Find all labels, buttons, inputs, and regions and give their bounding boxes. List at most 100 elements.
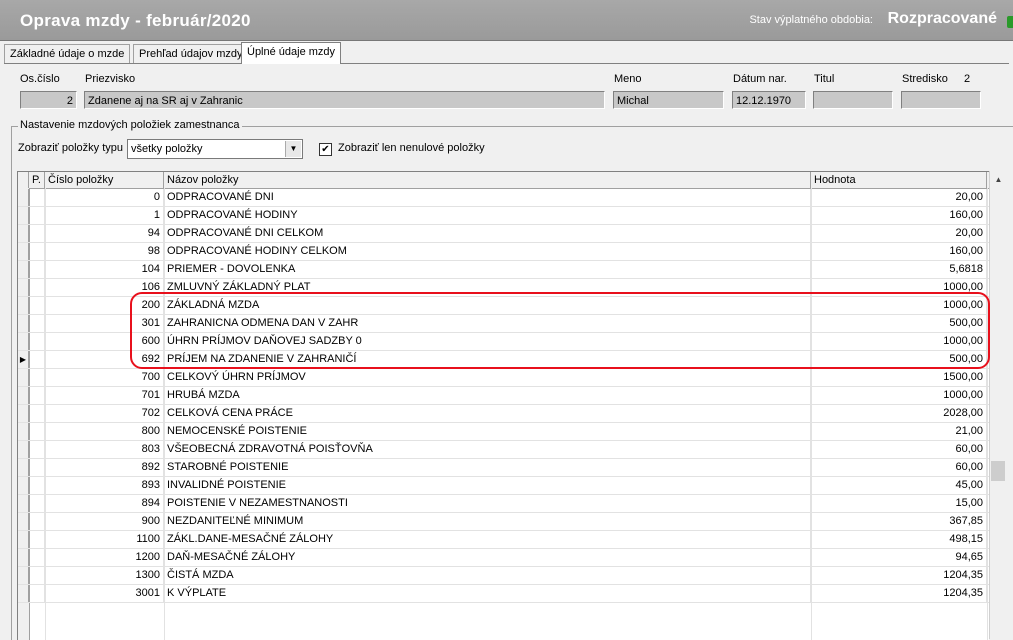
cell-value: 2028,00 bbox=[811, 405, 987, 422]
cell-p bbox=[29, 189, 45, 206]
row-indicator bbox=[18, 495, 29, 512]
table-row[interactable]: 702 CELKOVÁ CENA PRÁCE 2028,00 bbox=[18, 405, 989, 423]
table-row[interactable]: 701 HRUBÁ MZDA 1000,00 bbox=[18, 387, 989, 405]
table-row[interactable]: 3001 K VÝPLATE 1204,35 bbox=[18, 585, 989, 603]
cell-p bbox=[29, 441, 45, 458]
table-row[interactable]: 106 ZMLUVNÝ ZÁKLADNÝ PLAT 1000,00 bbox=[18, 279, 989, 297]
tab-wage-overview[interactable]: Prehľad údajov mzdy bbox=[133, 44, 249, 63]
row-indicator bbox=[18, 513, 29, 530]
cell-item-number: 692 bbox=[45, 351, 164, 368]
row-indicator bbox=[18, 549, 29, 566]
surname-field: Zdanene aj na SR aj v Zahranic bbox=[84, 91, 605, 109]
table-row[interactable]: 301 ZAHRANICNA ODMENA DAN V ZAHR 500,00 bbox=[18, 315, 989, 333]
cell-item-number: 1100 bbox=[45, 531, 164, 548]
row-indicator bbox=[18, 477, 29, 494]
table-row[interactable]: 200 ZÁKLADNÁ MZDA 1000,00 bbox=[18, 297, 989, 315]
cell-p bbox=[29, 207, 45, 224]
table-row[interactable]: 600 ÚHRN PRÍJMOV DAŇOVEJ SADZBY 0 1000,00 bbox=[18, 333, 989, 351]
row-indicator bbox=[18, 189, 29, 206]
cell-p bbox=[29, 387, 45, 404]
period-status-label: Stav výplatného obdobia: bbox=[749, 14, 873, 26]
cell-value: 45,00 bbox=[811, 477, 987, 494]
row-indicator bbox=[18, 405, 29, 422]
table-row[interactable]: 900 NEZDANITEĽNÉ MINIMUM 367,85 bbox=[18, 513, 989, 531]
cell-value: 1500,00 bbox=[811, 369, 987, 386]
cell-value: 20,00 bbox=[811, 189, 987, 206]
cell-item-name: ZAHRANICNA ODMENA DAN V ZAHR bbox=[164, 315, 811, 332]
cell-p bbox=[29, 315, 45, 332]
column-header-value[interactable]: Hodnota bbox=[811, 172, 987, 188]
row-indicator bbox=[18, 315, 29, 332]
column-header-p[interactable]: P. bbox=[29, 172, 45, 188]
row-indicator bbox=[18, 423, 29, 440]
cell-item-number: 104 bbox=[45, 261, 164, 278]
cell-value: 20,00 bbox=[811, 225, 987, 242]
row-indicator bbox=[18, 261, 29, 278]
row-indicator bbox=[18, 297, 29, 314]
status-light-icon bbox=[1007, 16, 1013, 28]
column-header-item-number[interactable]: Číslo položky bbox=[45, 172, 164, 188]
tab-full-wage-data[interactable]: Úplné údaje mzdy bbox=[241, 42, 342, 64]
cell-item-name: DAŇ-MESAČNÉ ZÁLOHY bbox=[164, 549, 811, 566]
cell-item-number: 894 bbox=[45, 495, 164, 512]
table-row[interactable]: 1200 DAŇ-MESAČNÉ ZÁLOHY 94,65 bbox=[18, 549, 989, 567]
table-row[interactable]: 803 VŠEOBECNÁ ZDRAVOTNÁ POISŤOVŇA 60,00 bbox=[18, 441, 989, 459]
cell-item-number: 800 bbox=[45, 423, 164, 440]
cell-p bbox=[29, 423, 45, 440]
row-indicator-header bbox=[18, 172, 29, 188]
scrollbar-thumb[interactable] bbox=[991, 461, 1005, 481]
cell-item-name: ZMLUVNÝ ZÁKLADNÝ PLAT bbox=[164, 279, 811, 296]
cell-item-name: STAROBNÉ POISTENIE bbox=[164, 459, 811, 476]
column-header-item-name[interactable]: Názov položky bbox=[164, 172, 811, 188]
birth-date-label: Dátum nar. bbox=[733, 73, 787, 85]
cell-item-name: POISTENIE V NEZAMESTNANOSTI bbox=[164, 495, 811, 512]
cell-item-number: 98 bbox=[45, 243, 164, 260]
cell-item-name: K VÝPLATE bbox=[164, 585, 811, 602]
table-row[interactable]: 1100 ZÁKL.DANE-MESAČNÉ ZÁLOHY 498,15 bbox=[18, 531, 989, 549]
nonzero-only-label[interactable]: Zobraziť len nenulové položky bbox=[338, 142, 485, 154]
vertical-scrollbar[interactable]: ▲ bbox=[989, 171, 1007, 639]
cell-p bbox=[29, 333, 45, 350]
cell-item-name: ODPRACOVANÉ DNI bbox=[164, 189, 811, 206]
cell-item-number: 702 bbox=[45, 405, 164, 422]
table-row[interactable]: 1300 ČISTÁ MZDA 1204,35 bbox=[18, 567, 989, 585]
table-row[interactable]: 800 NEMOCENSKÉ POISTENIE 21,00 bbox=[18, 423, 989, 441]
tab-basic-wage-data[interactable]: Základné údaje o mzde bbox=[4, 44, 131, 63]
cell-item-name: CELKOVÁ CENA PRÁCE bbox=[164, 405, 811, 422]
surname-label: Priezvisko bbox=[85, 73, 136, 85]
table-row[interactable]: 1 ODPRACOVANÉ HODINY 160,00 bbox=[18, 207, 989, 225]
table-row[interactable]: 94 ODPRACOVANÉ DNI CELKOM 20,00 bbox=[18, 225, 989, 243]
employee-number-field: 2 bbox=[20, 91, 77, 109]
title-label: Titul bbox=[814, 73, 835, 85]
table-row[interactable]: 892 STAROBNÉ POISTENIE 60,00 bbox=[18, 459, 989, 477]
row-indicator: ▶ bbox=[18, 351, 29, 368]
cell-item-number: 892 bbox=[45, 459, 164, 476]
chevron-down-icon[interactable]: ▼ bbox=[285, 141, 301, 157]
cell-p bbox=[29, 297, 45, 314]
table-row[interactable]: 893 INVALIDNÉ POISTENIE 45,00 bbox=[18, 477, 989, 495]
cell-item-name: ČISTÁ MZDA bbox=[164, 567, 811, 584]
cell-value: 15,00 bbox=[811, 495, 987, 512]
table-row[interactable]: 104 PRIEMER - DOVOLENKA 5,6818 bbox=[18, 261, 989, 279]
item-type-select[interactable]: všetky položky ▼ bbox=[127, 139, 303, 159]
scroll-up-icon[interactable]: ▲ bbox=[990, 171, 1007, 188]
cell-item-number: 1 bbox=[45, 207, 164, 224]
cell-item-name: ZÁKL.DANE-MESAČNÉ ZÁLOHY bbox=[164, 531, 811, 548]
table-row[interactable]: 0 ODPRACOVANÉ DNI 20,00 bbox=[18, 189, 989, 207]
cell-item-number: 1300 bbox=[45, 567, 164, 584]
table-row[interactable]: 700 CELKOVÝ ÚHRN PRÍJMOV 1500,00 bbox=[18, 369, 989, 387]
cell-item-number: 701 bbox=[45, 387, 164, 404]
table-row[interactable]: ▶ 692 PRÍJEM NA ZDANENIE V ZAHRANIČÍ 500,00 bbox=[18, 351, 989, 369]
table-row[interactable]: 894 POISTENIE V NEZAMESTNANOSTI 15,00 bbox=[18, 495, 989, 513]
row-indicator bbox=[18, 531, 29, 548]
wage-items-table[interactable]: P. Číslo položky Názov položky Hodnota 0… bbox=[17, 171, 989, 640]
cell-item-name: INVALIDNÉ POISTENIE bbox=[164, 477, 811, 494]
cell-item-name: ODPRACOVANÉ HODINY CELKOM bbox=[164, 243, 811, 260]
tab-strip: Základné údaje o mzde Prehľad údajov mzd… bbox=[4, 42, 1009, 64]
nonzero-only-checkbox[interactable]: ✔ bbox=[319, 143, 332, 156]
cell-item-name: ÚHRN PRÍJMOV DAŇOVEJ SADZBY 0 bbox=[164, 333, 811, 350]
cell-value: 1204,35 bbox=[811, 585, 987, 602]
table-row[interactable]: 98 ODPRACOVANÉ HODINY CELKOM 160,00 bbox=[18, 243, 989, 261]
row-indicator bbox=[18, 333, 29, 350]
cell-value: 1000,00 bbox=[811, 333, 987, 350]
